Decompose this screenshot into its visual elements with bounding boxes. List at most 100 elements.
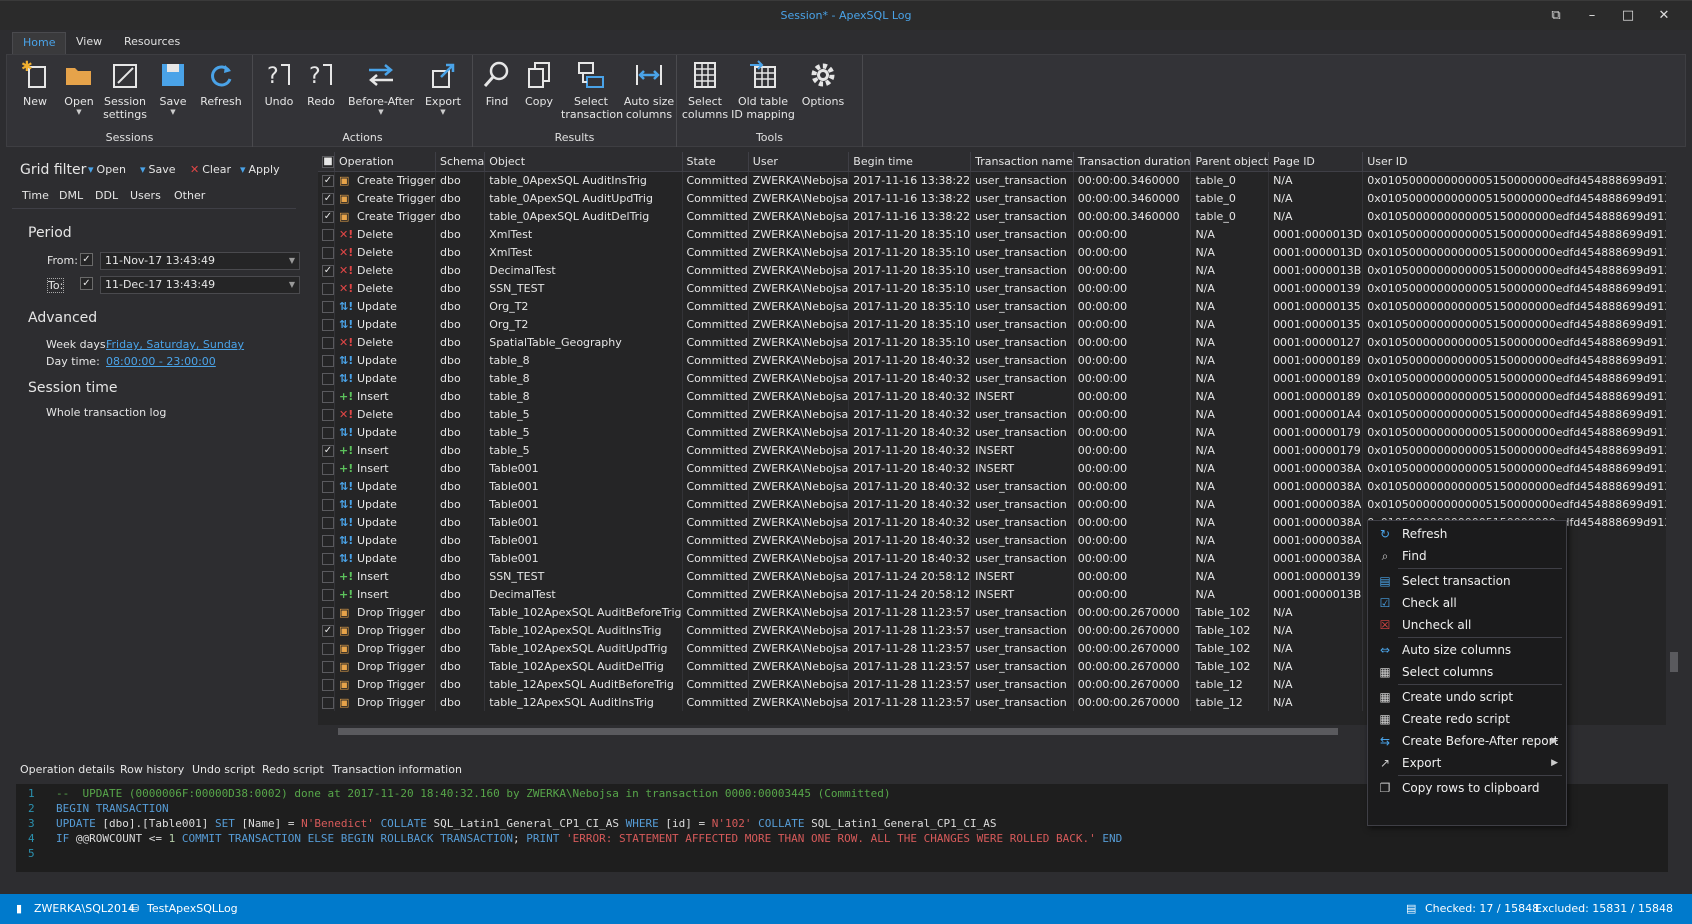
table-row[interactable]: ⇅! Update dbo table_8 Committed ZWERKA\Nebojs… bbox=[318, 369, 1666, 387]
row-checkbox[interactable]: ✓ bbox=[322, 624, 334, 637]
row-checkbox-cell[interactable] bbox=[318, 657, 335, 675]
row-checkbox-cell[interactable] bbox=[318, 675, 335, 693]
row-checkbox[interactable] bbox=[322, 300, 334, 313]
row-checkbox[interactable] bbox=[322, 570, 334, 583]
row-checkbox[interactable]: ✓ bbox=[322, 264, 334, 277]
menu-item-copy-rows[interactable]: ❐ Copy rows to clipboard bbox=[1368, 777, 1566, 799]
table-row[interactable]: +! Insert dbo Table001 Committed ZWERKA\Neboj… bbox=[318, 459, 1666, 477]
row-checkbox[interactable] bbox=[322, 354, 334, 367]
table-row[interactable]: ✓ ▣ Create Trigger dbo table_0ApexSQL AuditI… bbox=[318, 171, 1666, 189]
to-date-input[interactable]: 11-Dec-17 13:43:49 ▼ bbox=[100, 276, 300, 294]
select-all-checkbox[interactable]: ■ bbox=[322, 155, 334, 168]
row-checkbox-cell[interactable] bbox=[318, 279, 335, 297]
tab-row-history[interactable]: Row history bbox=[120, 763, 184, 776]
select-transaction-button[interactable]: Select transaction bbox=[561, 59, 623, 121]
row-checkbox[interactable] bbox=[322, 516, 334, 529]
table-row[interactable]: ✓ ✕! Delete dbo DecimalTest Committed ZWERKA\N… bbox=[318, 261, 1666, 279]
row-checkbox-cell[interactable] bbox=[318, 225, 335, 243]
table-row[interactable]: ✓ ▣ Create Trigger dbo table_0ApexSQL AuditD… bbox=[318, 207, 1666, 225]
tab-redo-script[interactable]: Redo script bbox=[262, 763, 324, 776]
row-checkbox[interactable] bbox=[322, 462, 334, 475]
before-after-button[interactable]: Before-After ▼ bbox=[345, 59, 417, 116]
to-checkbox[interactable]: ✓ bbox=[80, 277, 93, 290]
auto-size-columns-button[interactable]: Auto size columns bbox=[623, 59, 675, 121]
row-checkbox[interactable] bbox=[322, 408, 334, 421]
filter-clear-button[interactable]: ✕ Clear bbox=[190, 163, 231, 176]
table-row[interactable]: ✕! Delete dbo XmlTest Committed ZWERKA\Nebojs… bbox=[318, 225, 1666, 243]
tab-view[interactable]: View bbox=[66, 32, 112, 54]
row-checkbox[interactable] bbox=[322, 480, 334, 493]
select-all-header[interactable]: ■ bbox=[318, 152, 335, 172]
menu-item-check-all[interactable]: ☑ Check all bbox=[1368, 592, 1566, 614]
col-user[interactable]: User bbox=[748, 152, 850, 172]
tab-operation-details[interactable]: Operation details bbox=[20, 763, 115, 776]
row-checkbox-cell[interactable]: ✓ bbox=[318, 441, 335, 459]
row-checkbox[interactable]: ✓ bbox=[322, 444, 334, 457]
row-checkbox[interactable] bbox=[322, 282, 334, 295]
minimize-icon[interactable]: – bbox=[1576, 5, 1608, 27]
col-operation[interactable]: Operation bbox=[334, 152, 436, 172]
col-page-id[interactable]: Page ID bbox=[1268, 152, 1364, 172]
vertical-scrollbar[interactable] bbox=[1666, 152, 1682, 738]
menu-item-refresh[interactable]: ↻ Refresh bbox=[1368, 523, 1566, 545]
export-button[interactable]: Export ▼ bbox=[419, 59, 467, 116]
table-row[interactable]: +! Insert dbo table_8 Committed ZWERKA\Nebojs… bbox=[318, 387, 1666, 405]
col-transaction-name[interactable]: Transaction name bbox=[970, 152, 1074, 172]
filter-tab-time[interactable]: Time bbox=[22, 189, 49, 202]
options-button[interactable]: Options bbox=[797, 59, 849, 108]
menu-item-create-undo-script[interactable]: ▦ Create undo script bbox=[1368, 686, 1566, 708]
row-checkbox-cell[interactable] bbox=[318, 333, 335, 351]
row-checkbox[interactable] bbox=[322, 336, 334, 349]
col-user-id[interactable]: User ID bbox=[1362, 152, 1666, 172]
tab-transaction-information[interactable]: Transaction information bbox=[332, 763, 462, 776]
table-row[interactable]: ⇅! Update dbo Org_T2 Committed ZWERKA\Nebojsa… bbox=[318, 315, 1666, 333]
row-checkbox-cell[interactable]: ✓ bbox=[318, 207, 335, 225]
col-schema[interactable]: Schema bbox=[435, 152, 486, 172]
row-checkbox[interactable] bbox=[322, 552, 334, 565]
find-button[interactable]: Find bbox=[477, 59, 517, 108]
row-checkbox-cell[interactable]: ✓ bbox=[318, 261, 335, 279]
menu-item-export[interactable]: ↗ Export ▶ bbox=[1368, 752, 1566, 774]
undo-button[interactable]: ? Undo bbox=[259, 59, 299, 108]
table-row[interactable]: ✕! Delete dbo XmlTest Committed ZWERKA\Nebojs… bbox=[318, 243, 1666, 261]
table-row[interactable]: ✕! Delete dbo SSN_TEST Committed ZWERKA\Neboj… bbox=[318, 279, 1666, 297]
row-checkbox-cell[interactable] bbox=[318, 603, 335, 621]
row-checkbox[interactable] bbox=[322, 246, 334, 259]
row-checkbox[interactable] bbox=[322, 588, 334, 601]
maximize-icon[interactable]: □ bbox=[1612, 5, 1644, 27]
new-button[interactable]: ✱ New bbox=[13, 59, 57, 108]
col-transaction-duration[interactable]: Transaction duration bbox=[1073, 152, 1192, 172]
filter-save-button[interactable]: ▾ Save bbox=[140, 163, 176, 176]
row-checkbox[interactable]: ✓ bbox=[322, 192, 334, 205]
row-checkbox[interactable] bbox=[322, 426, 334, 439]
table-row[interactable]: ⇅! Update dbo Table001 Committed ZWERKA\Neboj… bbox=[318, 477, 1666, 495]
filter-apply-button[interactable]: ▾ Apply bbox=[240, 163, 280, 176]
scroll-thumb[interactable] bbox=[1670, 652, 1678, 672]
menu-item-create-before-after-report[interactable]: ⇆ Create Before-After report ▶ bbox=[1368, 730, 1566, 752]
row-checkbox-cell[interactable] bbox=[318, 459, 335, 477]
row-checkbox-cell[interactable] bbox=[318, 495, 335, 513]
row-checkbox[interactable] bbox=[322, 606, 334, 619]
row-checkbox[interactable] bbox=[322, 642, 334, 655]
filter-tab-dml[interactable]: DML bbox=[59, 189, 83, 202]
row-checkbox[interactable] bbox=[322, 372, 334, 385]
row-checkbox-cell[interactable] bbox=[318, 243, 335, 261]
copy-button[interactable]: Copy bbox=[519, 59, 559, 108]
filter-open-button[interactable]: ▾ Open bbox=[88, 163, 126, 176]
row-checkbox-cell[interactable] bbox=[318, 567, 335, 585]
tab-home[interactable]: Home bbox=[12, 32, 67, 54]
select-columns-button[interactable]: Select columns bbox=[681, 59, 729, 121]
filter-tab-ddl[interactable]: DDL bbox=[95, 189, 118, 202]
col-object[interactable]: Object bbox=[484, 152, 683, 172]
day-time-link[interactable]: 08:00:00 - 23:00:00 bbox=[106, 355, 216, 368]
row-checkbox[interactable] bbox=[322, 660, 334, 673]
row-checkbox-cell[interactable] bbox=[318, 693, 335, 711]
open-button[interactable]: Open ▼ bbox=[57, 59, 101, 116]
row-checkbox[interactable] bbox=[322, 678, 334, 691]
row-checkbox-cell[interactable] bbox=[318, 387, 335, 405]
close-icon[interactable]: ✕ bbox=[1648, 5, 1680, 27]
old-table-id-mapping-button[interactable]: Old table ID mapping bbox=[731, 59, 795, 121]
table-row[interactable]: ⇅! Update dbo table_5 Committed ZWERKA\Nebojs… bbox=[318, 423, 1666, 441]
row-checkbox[interactable] bbox=[322, 318, 334, 331]
row-checkbox-cell[interactable]: ✓ bbox=[318, 189, 335, 207]
